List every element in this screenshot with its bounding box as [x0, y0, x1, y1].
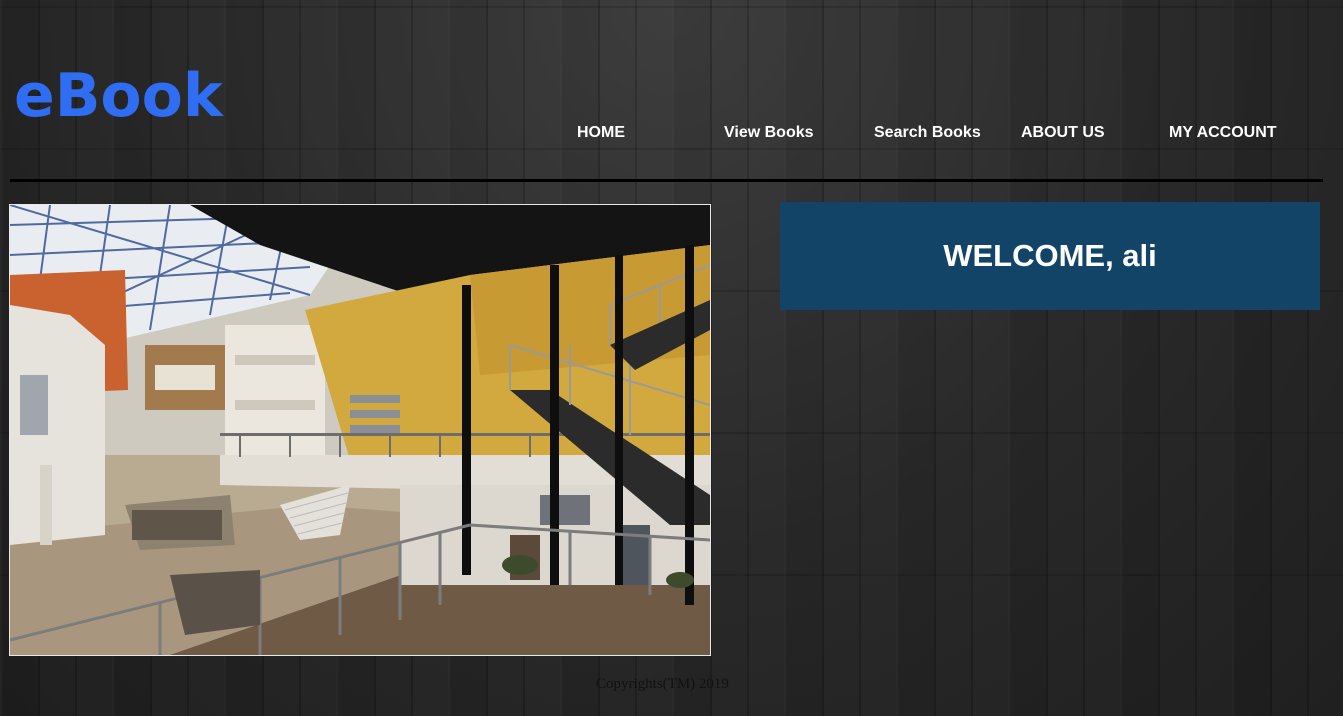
nav-my-account-link[interactable]: MY ACCOUNT	[1169, 124, 1277, 142]
nav-view-books-link[interactable]: View Books	[724, 124, 814, 142]
nav-about-us-link[interactable]: ABOUT US	[1021, 124, 1105, 142]
welcome-banner: WELCOME, ali	[780, 202, 1320, 310]
welcome-text: WELCOME, ali	[943, 238, 1157, 273]
main-nav: HOME View Books Search Books ABOUT US MY…	[0, 124, 1343, 144]
nav-home-link[interactable]: HOME	[577, 124, 625, 142]
header-divider	[10, 179, 1323, 182]
site-logo: eBook	[14, 61, 223, 131]
nav-search-books-link[interactable]: Search Books	[874, 124, 981, 142]
hero-image	[9, 204, 711, 656]
footer-copyright: Copyrights(TM) 2019	[596, 676, 729, 692]
